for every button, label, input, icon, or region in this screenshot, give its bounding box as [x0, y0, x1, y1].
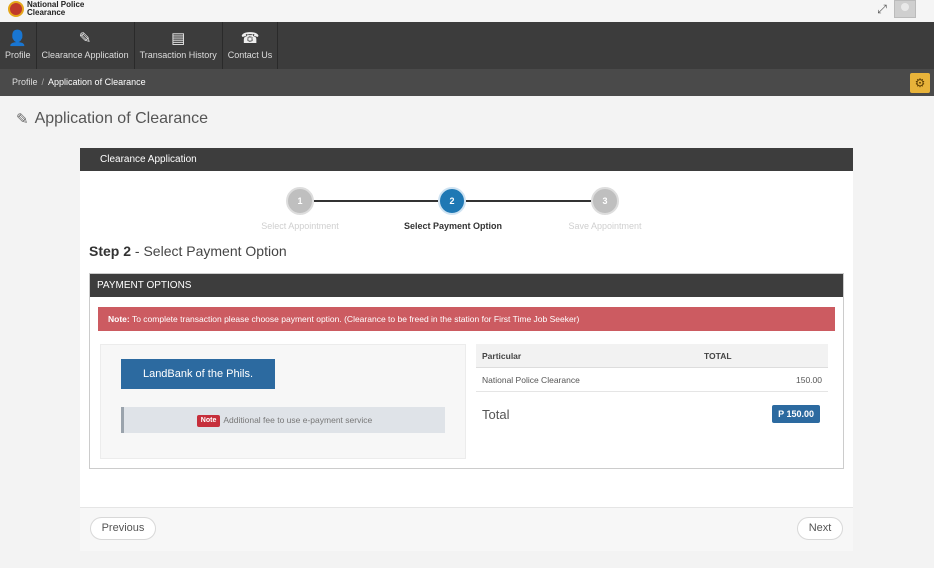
step-2-label: Select Payment Option	[403, 221, 503, 231]
top-header: National Police Clearance ⤢	[0, 0, 934, 22]
landbank-payment-button[interactable]: LandBank of the Phils.	[121, 359, 275, 389]
column-header-total: TOTAL	[704, 350, 732, 361]
payment-summary-table: Particular TOTAL National Police Clearan…	[476, 344, 828, 436]
total-label: Total	[482, 406, 510, 422]
alert-note-label: Note:	[108, 314, 130, 324]
row-particular: National Police Clearance	[482, 374, 580, 385]
summary-header-row: Particular TOTAL	[476, 344, 828, 368]
previous-button[interactable]: Previous	[90, 517, 156, 540]
next-button[interactable]: Next	[797, 517, 843, 540]
breadcrumb-bar: Profile / Application of Clearance	[0, 69, 934, 96]
step-2-circle[interactable]: 2	[438, 187, 466, 215]
panel-title: Clearance Application	[80, 148, 853, 171]
fee-note: Note Additional fee to use e-payment serv…	[121, 407, 445, 433]
edit-icon: ✎	[78, 30, 92, 47]
page-title-text: Application of Clearance	[34, 110, 209, 127]
brand-line2: Clearance	[27, 7, 66, 17]
brand-logo[interactable]: National Police Clearance	[8, 0, 84, 17]
alert-note-text: To complete transaction please choose pa…	[129, 314, 580, 324]
nav-item-clearance-application[interactable]: ✎ Clearance Application	[37, 22, 135, 69]
table-row: National Police Clearance 150.00	[476, 368, 828, 392]
payment-alert-note: Note: To complete transaction please cho…	[98, 307, 835, 331]
step-heading: Step 2 - Select Payment Option	[89, 243, 287, 259]
list-icon: ▤	[171, 30, 186, 47]
nav-label: Profile	[5, 50, 31, 60]
breadcrumb-item-profile[interactable]: Profile	[12, 77, 38, 87]
column-header-particular: Particular	[482, 350, 522, 361]
breadcrumb-separator: /	[41, 77, 45, 87]
payment-options-box: PAYMENT OPTIONS Note: To complete transa…	[89, 273, 844, 469]
step-1-circle[interactable]: 1	[286, 187, 314, 215]
nav-label: Contact Us	[227, 50, 273, 60]
step-heading-text: - Select Payment Option	[131, 243, 287, 259]
payment-options-header: PAYMENT OPTIONS	[90, 274, 843, 297]
note-badge: Note	[196, 414, 221, 427]
step-1-label: Select Appointment	[261, 221, 339, 231]
brand-name: National Police Clearance	[27, 0, 84, 17]
step-heading-prefix: Step 2	[89, 243, 132, 259]
breadcrumb-item-current: Application of Clearance	[48, 77, 146, 87]
user-avatar-icon[interactable]	[894, 0, 916, 18]
settings-gear-icon[interactable]: ⚙	[910, 73, 930, 93]
nav-label: Clearance Application	[41, 50, 129, 60]
nav-item-profile[interactable]: 👤 Profile	[0, 22, 37, 69]
nav-label: Transaction History	[139, 50, 217, 60]
step-3-circle[interactable]: 3	[591, 187, 619, 215]
edit-icon: ✎	[16, 111, 29, 128]
wizard-footer	[80, 507, 853, 551]
total-row: Total P 150.00	[476, 392, 828, 436]
step-3-label: Save Appointment	[568, 221, 642, 231]
phone-icon: ☎	[240, 30, 260, 47]
page-title: ✎ Application of Clearance	[16, 110, 208, 128]
nav-item-contact-us[interactable]: ☎ Contact Us	[223, 22, 279, 69]
breadcrumb: Profile / Application of Clearance	[12, 77, 146, 87]
police-badge-icon	[8, 1, 24, 17]
step-connector	[466, 200, 591, 202]
nav-item-transaction-history[interactable]: ▤ Transaction History	[135, 22, 223, 69]
main-nav: 👤 Profile ✎ Clearance Application ▤ Tran…	[0, 22, 934, 69]
total-amount-badge: P 150.00	[772, 405, 820, 423]
step-connector	[314, 200, 438, 202]
fee-note-text: Additional fee to use e-payment service	[223, 415, 373, 425]
expand-icon[interactable]: ⤢	[874, 1, 890, 17]
user-icon: 👤	[8, 30, 28, 47]
row-amount: 150.00	[796, 374, 822, 385]
payment-method-card: LandBank of the Phils. Note Additional fe…	[100, 344, 466, 459]
